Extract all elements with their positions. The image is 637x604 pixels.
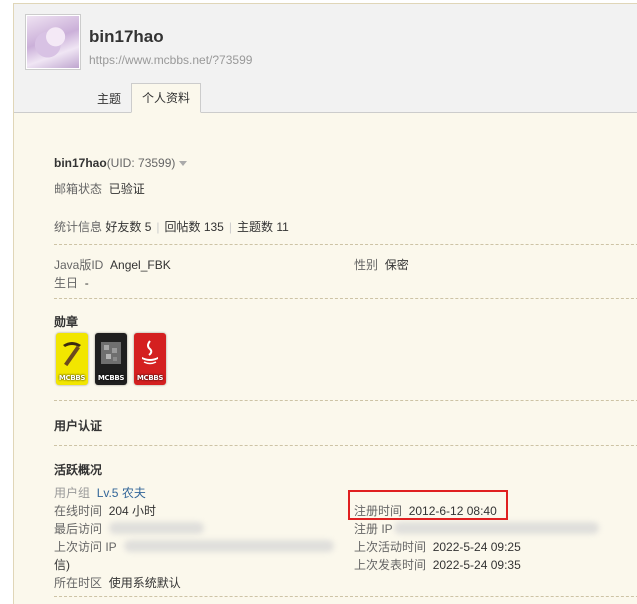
birthday-label: 生日 xyxy=(54,276,79,290)
online-label: 在线时间 xyxy=(54,504,103,518)
replies-count[interactable]: 回帖数 135 xyxy=(165,220,224,234)
last-active-value: 2022-5-24 09:25 xyxy=(432,540,521,554)
java-icon xyxy=(142,340,158,365)
friends-count[interactable]: 好友数 5 xyxy=(105,220,151,234)
divider xyxy=(54,445,637,446)
last-visit: 最后访问 xyxy=(54,520,102,537)
medal-tag: MCBBS xyxy=(58,374,86,382)
ore-icon xyxy=(101,342,121,364)
last-post: 上次发表时间 2022-5-24 09:35 xyxy=(354,556,521,573)
last-ip-label: 上次访问 IP xyxy=(54,540,117,554)
avatar[interactable] xyxy=(25,14,81,70)
gender-label: 性别 xyxy=(354,258,379,272)
gender: 性别 保密 xyxy=(354,256,409,273)
pickaxe-icon xyxy=(63,342,81,367)
tab-threads[interactable]: 主题 xyxy=(87,85,131,113)
java-label: Java版ID xyxy=(54,258,104,272)
last-ip-tail: 信) xyxy=(54,558,70,572)
email-status: 邮箱状态 已验证 xyxy=(54,180,145,197)
email-label: 邮箱状态 xyxy=(54,182,103,196)
medal-pickaxe[interactable]: MCBBS xyxy=(56,333,88,385)
user-group: 用户组 Lv.5 农夫 xyxy=(54,484,146,501)
medal-tag: MCBBS xyxy=(97,374,125,382)
birthday: 生日 - xyxy=(54,274,89,291)
tab-profile[interactable]: 个人资料 xyxy=(131,83,202,113)
profile-page: bin17hao https://www.mcbbs.net/?73599 主题… xyxy=(13,3,637,604)
reg-ip-label: 注册 IP xyxy=(354,522,393,536)
threads-count[interactable]: 主题数 11 xyxy=(237,220,289,234)
chevron-down-icon[interactable] xyxy=(179,161,188,167)
last-active: 上次活动时间 2022-5-24 09:25 xyxy=(354,538,521,555)
profile-url[interactable]: https://www.mcbbs.net/?73599 xyxy=(89,53,252,67)
username-title[interactable]: bin17hao xyxy=(89,27,164,47)
group-link[interactable]: Lv.5 农夫 xyxy=(97,486,146,500)
highlight-box xyxy=(348,490,508,520)
last-active-label: 上次活动时间 xyxy=(354,540,427,554)
stats-line: 统计信息 好友数 5 | 回帖数 135 | 主题数 11 xyxy=(54,220,289,234)
name-line: bin17hao(UID: 73599) xyxy=(54,156,188,170)
java-value: Angel_FBK xyxy=(110,258,171,272)
activity-title: 活跃概况 xyxy=(54,463,103,477)
timezone: 所在时区 使用系统默认 xyxy=(54,574,181,591)
java-id: Java版ID Angel_FBK xyxy=(54,256,171,273)
last-post-value: 2022-5-24 09:35 xyxy=(432,558,521,572)
stats-label: 统计信息 xyxy=(54,220,103,234)
divider xyxy=(54,298,637,299)
last-ip: 上次访问 IP xyxy=(54,538,117,555)
group-label: 用户组 xyxy=(54,486,91,500)
timezone-label: 所在时区 xyxy=(54,576,103,590)
last-visit-label: 最后访问 xyxy=(54,522,103,536)
verification-title: 用户认证 xyxy=(54,419,103,433)
profile-header: bin17hao https://www.mcbbs.net/?73599 主题… xyxy=(14,4,637,113)
medal-java[interactable]: MCBBS xyxy=(134,333,166,385)
profile-name: bin17hao xyxy=(54,156,107,170)
email-value: 已验证 xyxy=(108,182,145,196)
timezone-value: 使用系统默认 xyxy=(108,576,181,590)
divider xyxy=(54,400,637,401)
online-time: 在线时间 204 小时 xyxy=(54,502,156,519)
redacted-last-ip xyxy=(124,540,334,552)
last-post-label: 上次发表时间 xyxy=(354,558,427,572)
uid: (UID: 73599) xyxy=(106,156,176,170)
redacted-last-visit xyxy=(109,522,204,534)
medals-title: 勋章 xyxy=(54,315,79,329)
profile-tabs: 主题 个人资料 xyxy=(87,83,202,113)
divider xyxy=(54,596,637,597)
profile-content: bin17hao(UID: 73599) 邮箱状态 已验证 统计信息 好友数 5… xyxy=(14,112,637,604)
online-value: 204 小时 xyxy=(108,504,157,518)
redacted-reg-ip xyxy=(394,522,599,534)
medal-ore[interactable]: MCBBS xyxy=(95,333,127,385)
divider xyxy=(54,244,637,245)
medal-tag: MCBBS xyxy=(136,374,164,382)
birthday-value: - xyxy=(84,276,89,290)
reg-ip: 注册 IP xyxy=(354,520,393,537)
gender-value: 保密 xyxy=(384,258,409,272)
